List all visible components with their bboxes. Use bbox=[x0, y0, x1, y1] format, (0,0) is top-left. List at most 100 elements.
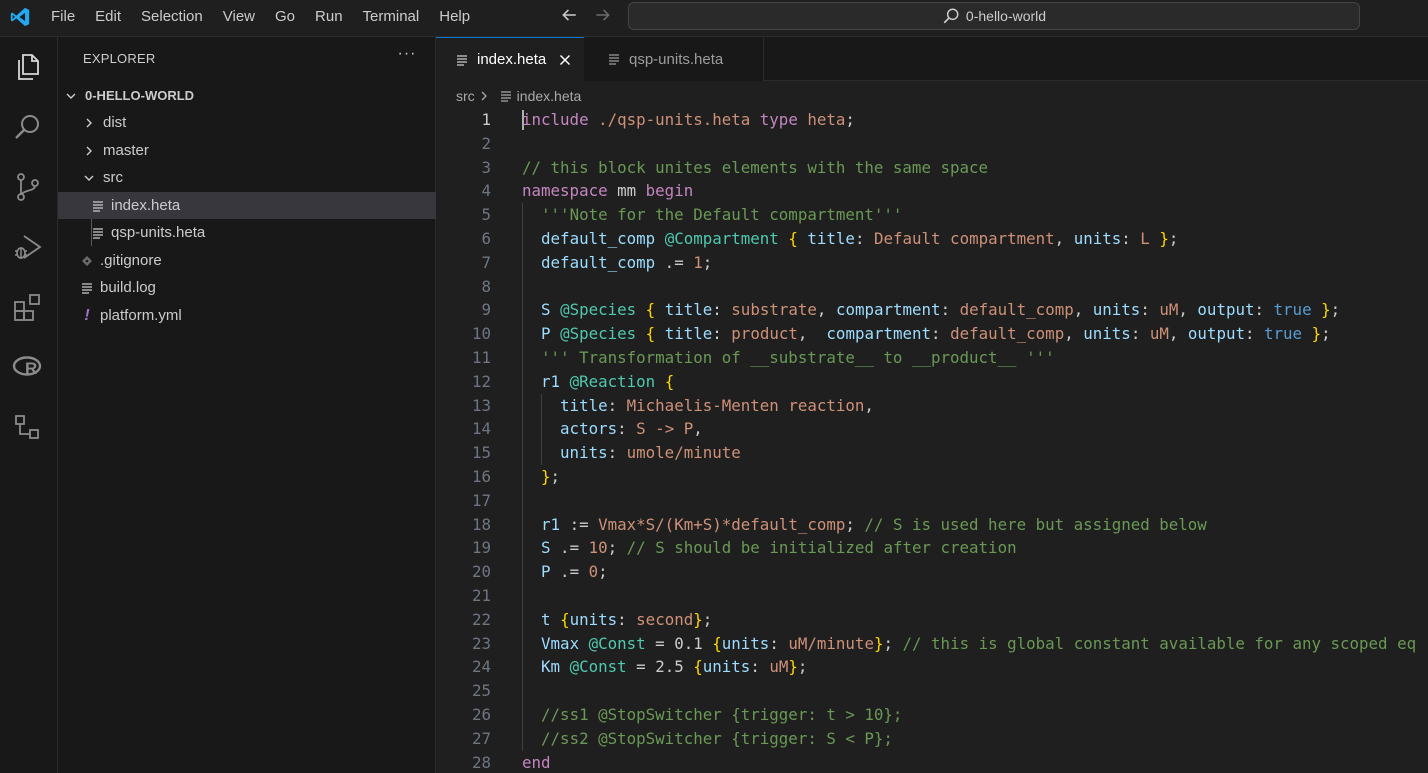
code-token: output bbox=[1197, 300, 1255, 320]
explorer-icon[interactable] bbox=[12, 51, 44, 83]
line-content: include ./qsp-units.heta type heta; bbox=[522, 108, 855, 132]
code-token: { bbox=[693, 657, 703, 677]
tree-folder-dist[interactable]: dist bbox=[58, 109, 459, 136]
more-actions-icon[interactable]: ··· bbox=[396, 45, 418, 65]
line-number: 3 bbox=[481, 157, 491, 177]
code-token: 10 bbox=[588, 538, 608, 558]
tree-file-platform-yml[interactable]: ! platform.yml bbox=[58, 302, 457, 329]
line-number: 28 bbox=[471, 752, 491, 772]
tree-file-qsp-units-heta[interactable]: qsp-units.heta bbox=[58, 219, 468, 246]
menu-file[interactable]: File bbox=[41, 0, 85, 34]
code-token: } bbox=[541, 467, 551, 486]
indent-guide bbox=[522, 203, 523, 751]
line-content: t {units: second}; bbox=[522, 608, 712, 632]
code-token: mm bbox=[607, 181, 646, 201]
tree-item-label: platform.yml bbox=[100, 307, 182, 324]
search-icon[interactable] bbox=[12, 111, 44, 143]
line-number: 5 bbox=[481, 205, 491, 225]
code-token: ; bbox=[1168, 229, 1179, 248]
remote-explorer-icon[interactable] bbox=[12, 411, 44, 443]
tree-file-gitignore[interactable]: .gitignore bbox=[58, 247, 457, 274]
tree-file-index-heta[interactable]: index.heta bbox=[58, 192, 468, 219]
chevron-down-icon bbox=[82, 171, 96, 185]
line-number: 24 bbox=[471, 657, 491, 677]
code-line: 9 S @Species { title: substrate, compart… bbox=[436, 298, 1428, 322]
menu-run[interactable]: Run bbox=[305, 0, 353, 34]
code-token: S -> P bbox=[636, 419, 694, 439]
code-token: units bbox=[1092, 300, 1141, 320]
code-line: 17 bbox=[436, 489, 1428, 513]
code-token: //ss1 @StopSwitcher {trigger: t > 10}; bbox=[541, 705, 903, 724]
code-token: } bbox=[693, 609, 703, 629]
code-token: S bbox=[541, 538, 551, 558]
search-icon bbox=[943, 8, 959, 24]
line-content: default_comp @Compartment { title: Defau… bbox=[522, 227, 1178, 251]
breadcrumb-folder[interactable]: src bbox=[456, 88, 475, 104]
chevron-right-icon bbox=[82, 144, 96, 158]
code-token: : bbox=[712, 324, 732, 344]
code-token: ; bbox=[702, 609, 713, 629]
code-token: = 0.1 bbox=[645, 633, 713, 653]
code-token: title bbox=[664, 324, 713, 344]
menu-help[interactable]: Help bbox=[429, 0, 480, 34]
code-line: 21 bbox=[436, 584, 1428, 608]
code-line: 6 default_comp @Compartment { title: Def… bbox=[436, 227, 1428, 251]
breadcrumb-file[interactable]: index.heta bbox=[517, 88, 582, 104]
code-token: , bbox=[1178, 300, 1198, 320]
workspace-root-folder[interactable]: 0-HELLO-WORLD bbox=[58, 82, 441, 109]
code-token: heta bbox=[807, 110, 846, 129]
back-arrow-icon[interactable] bbox=[557, 6, 581, 28]
tree-folder-src[interactable]: src bbox=[58, 164, 459, 191]
line-content: end bbox=[522, 751, 551, 773]
code-line: 8 bbox=[436, 275, 1428, 299]
menu-terminal[interactable]: Terminal bbox=[353, 0, 430, 34]
menu-selection[interactable]: Selection bbox=[131, 0, 213, 34]
code-token: compartment bbox=[826, 324, 932, 344]
vscode-logo-icon[interactable] bbox=[9, 6, 31, 28]
line-number: 25 bbox=[471, 681, 491, 701]
file-lines-icon bbox=[608, 53, 622, 65]
forward-arrow-icon[interactable] bbox=[591, 6, 615, 28]
code-line: 2 bbox=[436, 132, 1428, 156]
menu-go[interactable]: Go bbox=[265, 0, 305, 34]
r-language-icon[interactable]: R bbox=[12, 351, 44, 383]
code-token: @Compartment bbox=[664, 229, 779, 248]
menu-view[interactable]: View bbox=[213, 0, 265, 34]
code-token: // this is global constant available for… bbox=[902, 633, 1417, 653]
code-token: .= bbox=[550, 538, 589, 558]
extensions-icon[interactable] bbox=[12, 291, 44, 323]
tree-file-build-log[interactable]: build.log bbox=[58, 274, 457, 301]
code-token: } bbox=[1321, 300, 1331, 320]
code-token: 1 bbox=[693, 252, 703, 272]
run-debug-icon[interactable] bbox=[12, 231, 44, 263]
code-line: 12 r1 @Reaction { bbox=[436, 370, 1428, 394]
tab-qsp-units-heta[interactable]: qsp-units.heta bbox=[584, 37, 764, 81]
code-token: default_comp bbox=[959, 300, 1074, 320]
menu-edit[interactable]: Edit bbox=[85, 0, 131, 34]
line-number: 11 bbox=[471, 348, 491, 367]
code-token: : bbox=[1254, 300, 1274, 320]
source-control-icon[interactable] bbox=[12, 171, 44, 203]
code-token: //ss2 @StopSwitcher {trigger: S < P}; bbox=[541, 728, 893, 748]
svg-text:R: R bbox=[25, 359, 37, 378]
code-editor[interactable]: 1 include ./qsp-units.heta type heta; 2 3 //… bbox=[436, 108, 1428, 773]
tree-folder-master[interactable]: master bbox=[58, 137, 459, 164]
line-number: 9 bbox=[481, 300, 491, 320]
code-line: 25 bbox=[436, 679, 1428, 703]
command-center-search[interactable]: 0-hello-world bbox=[628, 2, 1360, 30]
tree-item-label: master bbox=[103, 142, 149, 159]
code-token: units bbox=[702, 657, 751, 677]
git-diamond-icon bbox=[80, 255, 94, 267]
code-token: units bbox=[721, 633, 770, 653]
close-icon[interactable] bbox=[556, 51, 574, 69]
line-number: 26 bbox=[471, 705, 491, 724]
tab-index-heta[interactable]: index.heta bbox=[436, 37, 584, 81]
code-token: include bbox=[522, 110, 589, 129]
code-token: : bbox=[769, 633, 789, 653]
